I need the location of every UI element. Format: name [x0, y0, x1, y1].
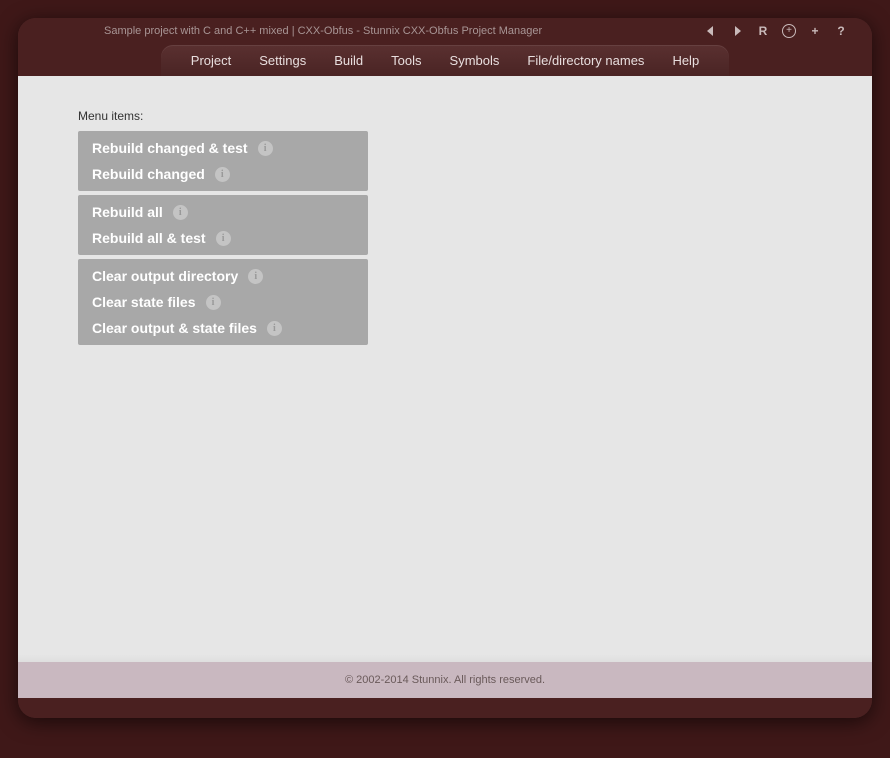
- menu-item-label: Rebuild all: [92, 204, 163, 220]
- menu-item-rebuild-changed-test[interactable]: Rebuild changed & test i: [78, 135, 368, 161]
- menu-tools[interactable]: Tools: [391, 53, 421, 68]
- menu-item-clear-output-state[interactable]: Clear output & state files i: [78, 315, 368, 341]
- titlebar: Sample project with C and C++ mixed | CX…: [18, 18, 872, 40]
- info-icon[interactable]: i: [248, 269, 263, 284]
- info-icon[interactable]: i: [206, 295, 221, 310]
- menu-item-label: Clear output & state files: [92, 320, 257, 336]
- menu-group: Rebuild all i Rebuild all & test i: [78, 195, 368, 255]
- menu-settings[interactable]: Settings: [259, 53, 306, 68]
- menubar-inner: Project Settings Build Tools Symbols Fil…: [161, 45, 729, 76]
- window-bottom-bar: [18, 698, 872, 718]
- info-icon[interactable]: i: [215, 167, 230, 182]
- forward-icon[interactable]: [730, 24, 744, 38]
- info-icon[interactable]: i: [258, 141, 273, 156]
- reload-icon[interactable]: R: [756, 24, 770, 38]
- menu-build[interactable]: Build: [334, 53, 363, 68]
- menu-item-label: Rebuild changed & test: [92, 140, 248, 156]
- zoom-plus-circled-icon[interactable]: +: [782, 24, 796, 38]
- info-icon[interactable]: i: [173, 205, 188, 220]
- menu-help[interactable]: Help: [672, 53, 699, 68]
- menu-item-rebuild-all[interactable]: Rebuild all i: [78, 199, 368, 225]
- menu-item-label: Clear output directory: [92, 268, 238, 284]
- menu-filedir[interactable]: File/directory names: [527, 53, 644, 68]
- menu-item-rebuild-changed[interactable]: Rebuild changed i: [78, 161, 368, 187]
- menu-item-label: Rebuild all & test: [92, 230, 206, 246]
- back-icon[interactable]: [704, 24, 718, 38]
- menu-group: Clear output directory i Clear state fil…: [78, 259, 368, 345]
- app-window: Sample project with C and C++ mixed | CX…: [18, 18, 872, 718]
- menubar: Project Settings Build Tools Symbols Fil…: [18, 40, 872, 76]
- zoom-plus-icon[interactable]: +: [808, 24, 822, 38]
- help-icon[interactable]: ?: [834, 24, 848, 38]
- footer: © 2002-2014 Stunnix. All rights reserved…: [18, 662, 872, 698]
- window-title: Sample project with C and C++ mixed | CX…: [104, 25, 704, 37]
- menu-project[interactable]: Project: [191, 53, 231, 68]
- menu-item-clear-state[interactable]: Clear state files i: [78, 289, 368, 315]
- menu-item-rebuild-all-test[interactable]: Rebuild all & test i: [78, 225, 368, 251]
- info-icon[interactable]: i: [267, 321, 282, 336]
- footer-text: © 2002-2014 Stunnix. All rights reserved…: [345, 674, 545, 686]
- info-icon[interactable]: i: [216, 231, 231, 246]
- menu-item-clear-output[interactable]: Clear output directory i: [78, 263, 368, 289]
- content-area: Menu items: Rebuild changed & test i Reb…: [18, 76, 872, 698]
- menu-group: Rebuild changed & test i Rebuild changed…: [78, 131, 368, 191]
- titlebar-controls: R + + ?: [704, 24, 856, 38]
- menu-items-heading: Menu items:: [78, 109, 872, 123]
- menu-item-label: Rebuild changed: [92, 166, 205, 182]
- menu-item-label: Clear state files: [92, 294, 196, 310]
- menu-symbols[interactable]: Symbols: [450, 53, 500, 68]
